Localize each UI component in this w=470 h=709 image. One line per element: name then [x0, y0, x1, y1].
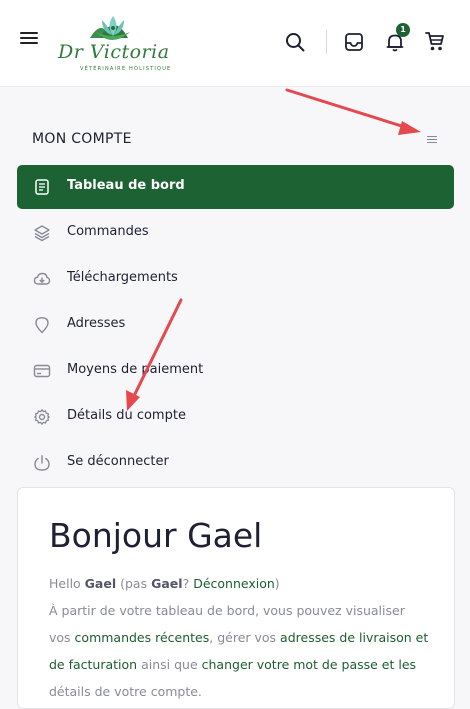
dashboard-card: Bonjour Gael Hello Gael (pas Gael? Décon…	[17, 487, 455, 709]
annotation-arrow-to-menu-toggle	[285, 88, 421, 135]
map-pin-icon	[35, 317, 49, 334]
nav-item-dashboard[interactable]: Tableau de bord	[17, 165, 454, 209]
intro-text-4: détails de votre compte.	[49, 684, 202, 699]
nav-item-label: Détails du compte	[67, 408, 186, 423]
notification-badge: 1	[396, 23, 410, 37]
user-name: Gael	[84, 576, 117, 591]
site-header: Dr Victoria VÉTÉRINAIRE HOLISTIQUE 1	[0, 0, 470, 87]
nav-item-downloads[interactable]: Téléchargements	[17, 257, 454, 301]
nav-item-label: Se déconnecter	[67, 454, 169, 469]
nav-item-orders[interactable]: Commandes	[17, 211, 454, 255]
search-icon[interactable]	[285, 32, 305, 52]
logout-link[interactable]: Déconnexion	[193, 576, 275, 591]
nav-item-label: Téléchargements	[67, 270, 178, 285]
intro-text-2: , gérer vos	[209, 630, 277, 645]
nav-item-account-details[interactable]: Détails du compte	[17, 395, 454, 439]
question-mark: ?	[182, 576, 190, 591]
credit-card-icon	[33, 364, 51, 378]
change-password-link[interactable]: changer votre mot de passe et les	[202, 657, 416, 672]
close-paren: )	[274, 576, 280, 591]
account-title: MON COMPTE	[32, 131, 132, 147]
account-menu-toggle-icon[interactable]	[427, 135, 437, 143]
cloud-download-icon	[33, 272, 51, 285]
not-user-name: Gael	[151, 576, 183, 591]
power-icon	[34, 455, 50, 471]
dashboard-icon	[35, 179, 49, 195]
nav-item-label: Moyens de paiement	[67, 362, 204, 377]
gear-icon	[34, 409, 50, 425]
nav-item-label: Tableau de bord	[67, 178, 185, 193]
not-user-prefix: (pas	[120, 576, 148, 591]
menu-icon[interactable]	[20, 31, 38, 45]
nav-item-label: Adresses	[67, 316, 126, 331]
logo[interactable]: Dr Victoria VÉTÉRINAIRE HOLISTIQUE	[56, 8, 174, 76]
nav-item-payment-methods[interactable]: Moyens de paiement	[17, 349, 454, 393]
hello-text: Hello	[49, 576, 81, 591]
cart-icon[interactable]	[425, 31, 445, 53]
layers-icon	[34, 225, 50, 242]
nav-item-logout[interactable]: Se déconnecter	[17, 441, 454, 485]
header-divider	[326, 30, 327, 54]
inbox-icon[interactable]	[344, 32, 364, 52]
logo-text: Dr Victoria	[58, 41, 170, 63]
logo-subtitle: VÉTÉRINAIRE HOLISTIQUE	[80, 66, 172, 72]
dashboard-intro: Hello Gael (pas Gael? Déconnexion) À par…	[49, 570, 429, 705]
intro-text-3: ainsi que	[141, 657, 198, 672]
nav-item-addresses[interactable]: Adresses	[17, 303, 454, 347]
recent-orders-link[interactable]: commandes récentes	[75, 630, 210, 645]
nav-item-label: Commandes	[67, 224, 149, 239]
greeting-heading: Bonjour Gael	[49, 516, 263, 555]
